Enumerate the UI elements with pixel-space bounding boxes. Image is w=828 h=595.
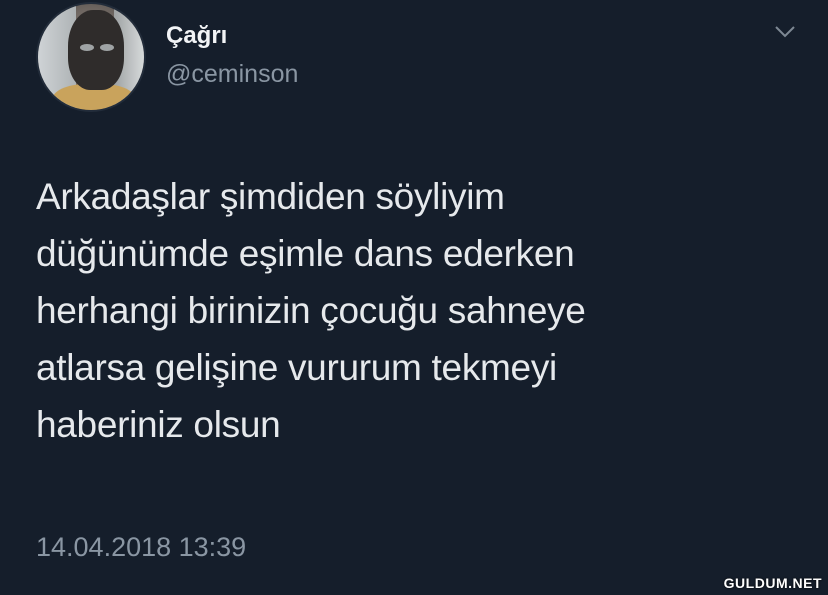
tweet-card: Çağrı @ceminson Arkadaşlar şimdiden söyl… bbox=[0, 0, 828, 595]
avatar-eye-left bbox=[80, 44, 94, 51]
chevron-down-icon[interactable] bbox=[774, 24, 796, 40]
user-handle[interactable]: @ceminson bbox=[166, 60, 298, 89]
display-name[interactable]: Çağrı bbox=[166, 22, 227, 50]
tweet-text: Arkadaşlar şimdiden söyliyim düğünümde e… bbox=[36, 168, 796, 453]
avatar-face bbox=[68, 10, 124, 90]
tweet-timestamp[interactable]: 14.04.2018 13:39 bbox=[36, 532, 246, 563]
avatar-eye-right bbox=[100, 44, 114, 51]
watermark: GULDUM.NET bbox=[723, 575, 822, 591]
tweet-text-line: haberiniz olsun bbox=[36, 404, 281, 445]
tweet-text-line: herhangi birinizin çocuğu sahneye bbox=[36, 290, 586, 331]
tweet-text-line: düğünümde eşimle dans ederken bbox=[36, 233, 575, 274]
tweet-text-line: Arkadaşlar şimdiden söyliyim bbox=[36, 176, 505, 217]
tweet-text-line: atlarsa gelişine vururum tekmeyi bbox=[36, 347, 557, 388]
avatar[interactable] bbox=[36, 2, 146, 112]
